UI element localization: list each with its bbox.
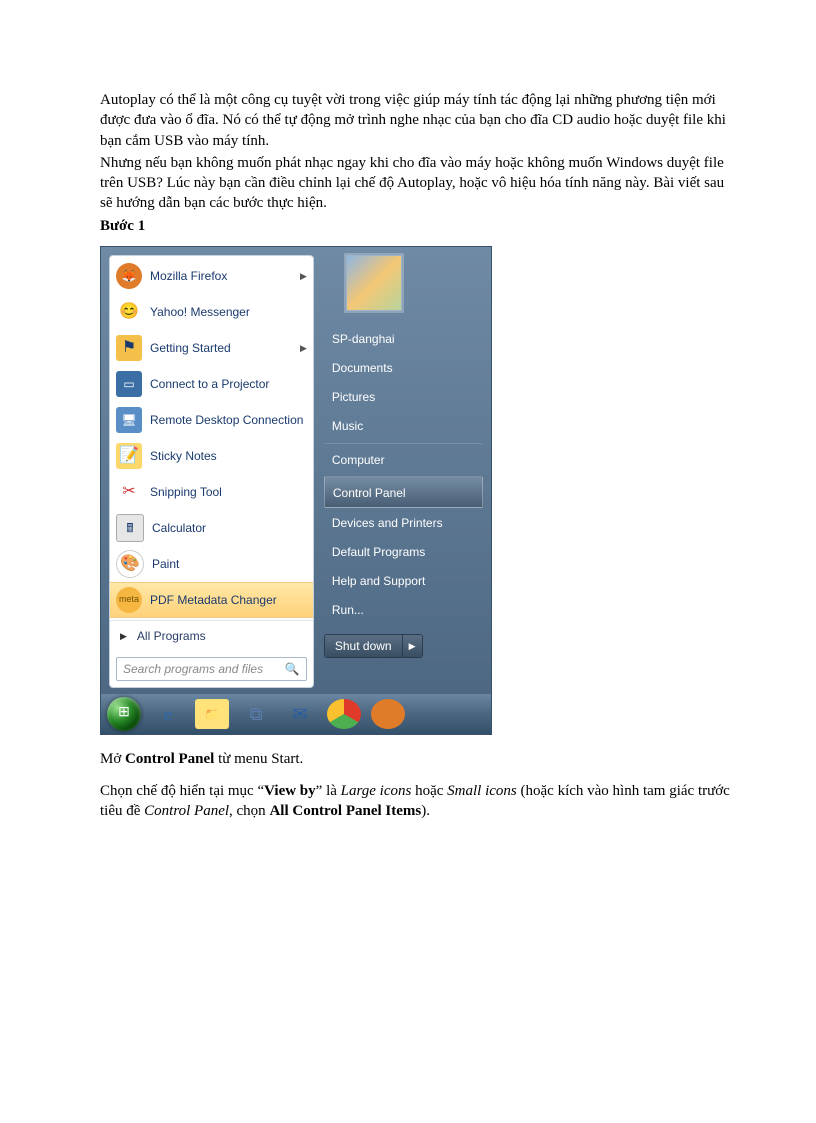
pdf-meta-icon: meta	[116, 587, 142, 613]
intro-paragraph-2: Nhưng nếu bạn không muốn phát nhạc ngay …	[100, 153, 736, 214]
program-item-calculator[interactable]: 🖩 Calculator	[110, 510, 313, 546]
taskbar-chrome-icon[interactable]	[327, 699, 361, 729]
program-label: Paint	[152, 556, 307, 572]
document-page: Autoplay có thể là một công cụ tuyệt vời…	[0, 0, 816, 822]
taskbar-thunderbird-icon[interactable]: ✉	[283, 699, 317, 729]
instruction-line-1: Mở Control Panel từ menu Start.	[100, 749, 736, 769]
taskbar: ⊞ e 📁 ⧉ ✉	[101, 694, 491, 734]
user-picture[interactable]	[346, 255, 402, 311]
program-label: Connect to a Projector	[150, 376, 307, 392]
yahoo-icon: 😊	[116, 299, 142, 325]
right-item-documents[interactable]: Documents	[324, 354, 483, 382]
program-item-yahoo-messenger[interactable]: 😊 Yahoo! Messenger	[110, 294, 313, 330]
submenu-arrow-icon: ▶	[300, 342, 307, 354]
search-input[interactable]: Search programs and files 🔍	[116, 657, 307, 681]
program-label: Getting Started	[150, 340, 300, 356]
right-item-default-programs[interactable]: Default Programs	[324, 538, 483, 566]
right-item-music[interactable]: Music	[324, 412, 483, 440]
shutdown-button[interactable]: Shut down ▶	[324, 634, 423, 658]
taskbar-explorer-icon[interactable]: 📁	[195, 699, 229, 729]
program-item-getting-started[interactable]: ⚑ Getting Started▶	[110, 330, 313, 366]
step-heading: Bước 1	[100, 216, 736, 236]
right-item-help-and-support[interactable]: Help and Support	[324, 567, 483, 595]
start-menu-figure: 🦊Mozilla Firefox▶😊Yahoo! Messenger⚑Getti…	[100, 246, 492, 735]
all-programs-label: All Programs	[137, 628, 206, 644]
all-programs-button[interactable]: All Programs	[110, 620, 313, 651]
program-item-paint[interactable]: 🎨 Paint	[110, 546, 313, 582]
search-icon: 🔍	[285, 661, 300, 677]
paint-icon: 🎨	[116, 550, 144, 578]
username-item[interactable]: SP-danghai	[324, 325, 483, 353]
submenu-arrow-icon: ▶	[300, 270, 307, 282]
getting-started-icon: ⚑	[116, 335, 142, 361]
right-item-pictures[interactable]: Pictures	[324, 383, 483, 411]
start-menu-left-pane: 🦊Mozilla Firefox▶😊Yahoo! Messenger⚑Getti…	[109, 255, 314, 688]
projector-icon: ▭	[116, 371, 142, 397]
program-label: Snipping Tool	[150, 484, 307, 500]
program-item-connect-to-a-projector[interactable]: ▭ Connect to a Projector	[110, 366, 313, 402]
username-label: SP-danghai	[332, 332, 395, 346]
program-item-sticky-notes[interactable]: 📝 Sticky Notes	[110, 438, 313, 474]
snipping-icon: ✂	[116, 479, 142, 505]
shutdown-arrow-icon[interactable]: ▶	[402, 635, 422, 657]
right-item-run-[interactable]: Run...	[324, 596, 483, 624]
firefox-icon: 🦊	[116, 263, 142, 289]
program-label: PDF Metadata Changer	[150, 592, 307, 608]
program-item-pdf-metadata-changer[interactable]: meta PDF Metadata Changer	[110, 582, 313, 618]
calculator-icon: 🖩	[116, 514, 144, 542]
program-label: Remote Desktop Connection	[150, 412, 307, 428]
program-item-mozilla-firefox[interactable]: 🦊 Mozilla Firefox▶	[110, 258, 313, 294]
program-label: Yahoo! Messenger	[150, 304, 307, 320]
sticky-notes-icon: 📝	[116, 443, 142, 469]
right-item-devices-and-printers[interactable]: Devices and Printers	[324, 509, 483, 537]
program-item-snipping-tool[interactable]: ✂ Snipping Tool	[110, 474, 313, 510]
right-item-control-panel[interactable]: Control Panel	[324, 476, 483, 508]
taskbar-ie-icon[interactable]: e	[151, 699, 185, 729]
right-item-computer[interactable]: Computer	[324, 443, 483, 474]
program-label: Mozilla Firefox	[150, 268, 300, 284]
remote-desktop-icon: 🖥	[116, 407, 142, 433]
program-item-remote-desktop-connection[interactable]: 🖥 Remote Desktop Connection	[110, 402, 313, 438]
intro-paragraph-1: Autoplay có thể là một công cụ tuyệt vời…	[100, 90, 736, 151]
shutdown-label: Shut down	[325, 635, 402, 657]
taskbar-firefox-icon[interactable]	[371, 699, 405, 729]
program-list: 🦊Mozilla Firefox▶😊Yahoo! Messenger⚑Getti…	[110, 256, 313, 620]
search-placeholder: Search programs and files	[123, 661, 285, 677]
start-orb[interactable]: ⊞	[107, 697, 141, 731]
start-menu-right-pane: SP-danghai DocumentsPicturesMusic Compute…	[314, 255, 483, 688]
program-label: Calculator	[152, 520, 307, 536]
instructions: Mở Control Panel từ menu Start. Chọn chế…	[100, 749, 736, 822]
taskbar-openoffice-icon[interactable]: ⧉	[239, 699, 273, 729]
instruction-line-2: Chọn chế độ hiển tại mục “View by” là La…	[100, 781, 736, 822]
program-label: Sticky Notes	[150, 448, 307, 464]
